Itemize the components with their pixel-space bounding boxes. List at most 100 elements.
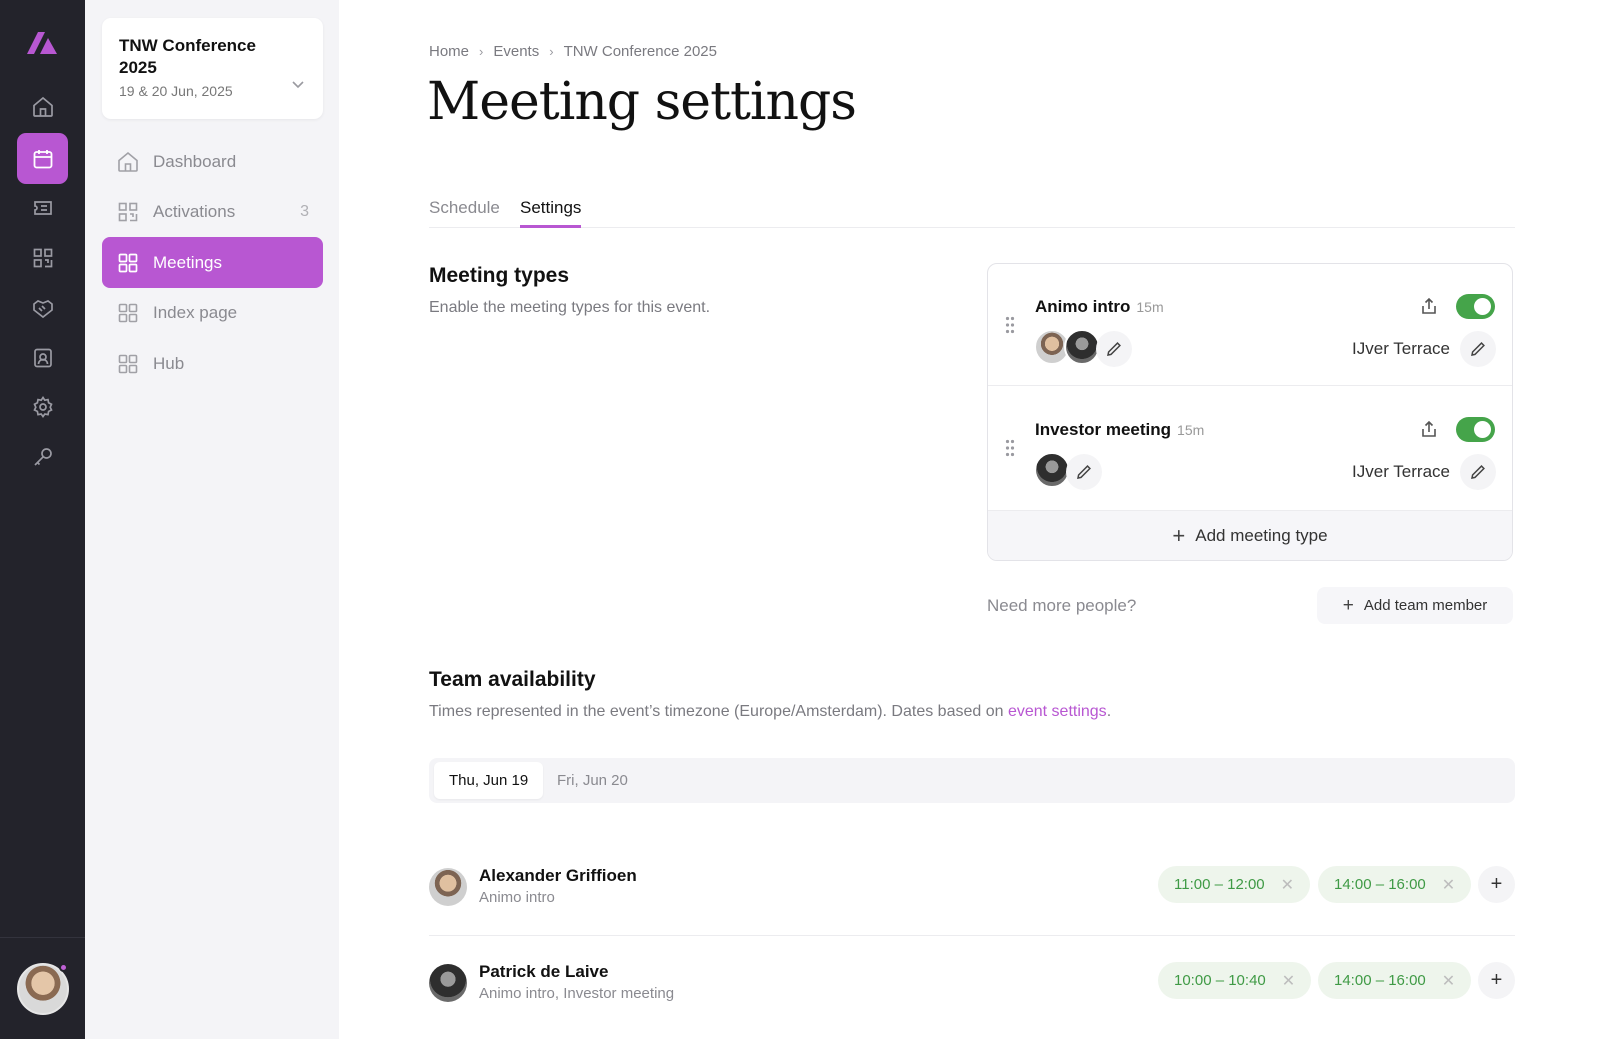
time-slot-label: 14:00 – 16:00 <box>1334 876 1426 893</box>
subtitle-text: Times represented in the event’s timezon… <box>429 703 1008 720</box>
meeting-type-row: Investor meeting 15m IJver Terrace <box>988 387 1512 509</box>
nav-item-label: Activations <box>153 201 236 221</box>
plus-icon: + <box>1172 523 1186 548</box>
grid-icon <box>118 253 138 272</box>
rail-ticket-button[interactable] <box>17 182 68 233</box>
meeting-type-name: Investor meeting 15m <box>1035 420 1204 440</box>
avatar <box>429 868 467 906</box>
add-team-member-button[interactable]: + Add team member <box>1317 587 1513 624</box>
meeting-type-toggle[interactable] <box>1456 417 1495 442</box>
edit-location-button[interactable] <box>1460 454 1496 490</box>
side-nav: TNW Conference 2025 19 & 20 Jun, 2025 Da… <box>85 0 339 1039</box>
member-role: Animo intro, Investor meeting <box>479 985 675 1002</box>
plus-icon: + <box>1490 873 1503 895</box>
breadcrumb-event[interactable]: TNW Conference 2025 <box>564 43 717 60</box>
time-slot[interactable]: 14:00 – 16:00 ✕ <box>1318 962 1472 999</box>
member-name: Alexander Griffioen <box>479 866 637 885</box>
member-role: Animo intro <box>479 889 555 906</box>
member-name: Patrick de Laive <box>479 962 609 981</box>
rail-key-button[interactable] <box>17 431 68 482</box>
badge-icon <box>33 348 52 367</box>
plus-icon: + <box>1490 969 1503 991</box>
meeting-type-toggle[interactable] <box>1456 294 1495 319</box>
gear-icon <box>32 395 53 418</box>
close-icon[interactable]: ✕ <box>1281 875 1294 895</box>
team-member-row: Alexander Griffioen Animo intro 11:00 – … <box>429 858 1515 918</box>
nav-item-meetings[interactable]: Meetings <box>102 237 323 288</box>
add-meeting-type-button[interactable]: + Add meeting type <box>988 510 1512 560</box>
meeting-type-row: Animo intro 15m IJver Terrace <box>988 264 1512 386</box>
drag-handle-icon[interactable] <box>1005 316 1015 334</box>
meeting-type-duration: 15m <box>1136 299 1164 315</box>
close-icon[interactable]: ✕ <box>1282 971 1295 991</box>
grid-icon <box>118 303 138 322</box>
time-slot-label: 10:00 – 10:40 <box>1174 972 1266 989</box>
pencil-icon <box>1077 465 1091 479</box>
event-settings-link[interactable]: event settings <box>1008 703 1107 720</box>
meeting-location: IJver Terrace <box>1352 462 1450 481</box>
page-title: Meeting settings <box>427 72 857 132</box>
tab-settings[interactable]: Settings <box>520 198 582 228</box>
add-meeting-type-label: Add meeting type <box>1195 526 1328 545</box>
chevron-right-icon: › <box>479 44 484 59</box>
key-icon <box>33 447 52 466</box>
team-member-row: Patrick de Laive Animo intro, Investor m… <box>429 954 1515 1014</box>
rail-home-button[interactable] <box>17 81 68 132</box>
qr-icon <box>118 202 138 221</box>
add-slot-button[interactable]: + <box>1478 962 1515 999</box>
pencil-icon <box>1107 342 1121 356</box>
close-icon[interactable]: ✕ <box>1442 875 1455 895</box>
plus-icon: + <box>1342 594 1354 616</box>
rail-divider <box>0 937 85 938</box>
edit-participants-button[interactable] <box>1066 454 1102 490</box>
rail-badge-button[interactable] <box>17 332 68 383</box>
meeting-type-duration: 15m <box>1177 422 1205 438</box>
activations-count: 3 <box>300 202 309 220</box>
grid-icon <box>118 354 138 373</box>
avatar <box>429 964 467 1002</box>
rail-handshake-button[interactable] <box>17 282 68 333</box>
meeting-type-name: Animo intro 15m <box>1035 297 1164 317</box>
event-selector[interactable]: TNW Conference 2025 19 & 20 Jun, 2025 <box>102 18 323 119</box>
breadcrumb-home[interactable]: Home <box>429 43 469 60</box>
ticket-icon <box>33 200 52 215</box>
app-logo-icon[interactable] <box>23 28 61 56</box>
icon-rail <box>0 0 85 1039</box>
event-title: TNW Conference 2025 <box>119 36 256 77</box>
nav-item-label: Index page <box>153 302 238 322</box>
nav-item-index-page[interactable]: Index page <box>102 287 323 338</box>
qr-icon <box>33 248 52 267</box>
rail-settings-button[interactable] <box>17 381 68 432</box>
tab-schedule[interactable]: Schedule <box>429 198 500 228</box>
nav-item-dashboard[interactable]: Dashboard <box>102 136 323 187</box>
share-icon[interactable] <box>1419 296 1439 316</box>
need-more-people-text: Need more people? <box>987 596 1137 615</box>
breadcrumb-events[interactable]: Events <box>493 43 539 60</box>
time-slot[interactable]: 10:00 – 10:40 ✕ <box>1158 962 1312 999</box>
time-slot[interactable]: 11:00 – 12:00 ✕ <box>1158 866 1311 903</box>
meeting-types-card: Animo intro 15m IJver Terrace Investor me… <box>987 263 1513 561</box>
day-tab-fri[interactable]: Fri, Jun 20 <box>542 762 643 799</box>
rail-calendar-button[interactable] <box>17 133 68 184</box>
nav-item-hub[interactable]: Hub <box>102 338 323 389</box>
edit-location-button[interactable] <box>1460 331 1496 367</box>
avatar <box>1034 452 1070 488</box>
add-slot-button[interactable]: + <box>1478 866 1515 903</box>
nav-item-label: Meetings <box>153 252 222 272</box>
handshake-icon <box>32 299 53 318</box>
day-tab-thu[interactable]: Thu, Jun 19 <box>434 762 544 799</box>
meeting-types-subtitle: Enable the meeting types for this event. <box>429 299 711 316</box>
time-slot-label: 11:00 – 12:00 <box>1174 876 1265 893</box>
nav-item-activations[interactable]: Activations 3 <box>102 186 323 237</box>
avatar <box>1064 329 1100 365</box>
time-slot[interactable]: 14:00 – 16:00 ✕ <box>1318 866 1472 903</box>
share-icon[interactable] <box>1419 419 1439 439</box>
chevron-right-icon: › <box>549 44 554 59</box>
tab-bar: Schedule Settings <box>429 196 1515 228</box>
close-icon[interactable]: ✕ <box>1442 971 1455 991</box>
time-slot-label: 14:00 – 16:00 <box>1334 972 1426 989</box>
rail-qr-button[interactable] <box>17 232 68 283</box>
team-availability-subtitle: Times represented in the event’s timezon… <box>429 703 1111 721</box>
drag-handle-icon[interactable] <box>1005 439 1015 457</box>
edit-participants-button[interactable] <box>1096 331 1132 367</box>
